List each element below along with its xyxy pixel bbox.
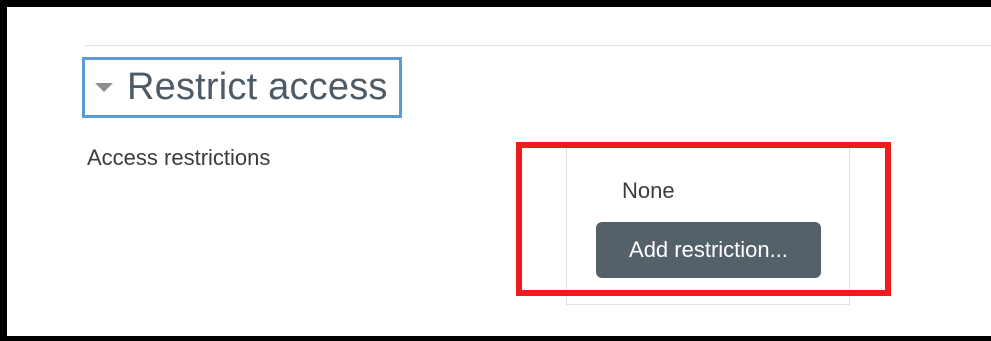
section-title: Restrict access <box>127 66 388 108</box>
access-restrictions-label: Access restrictions <box>87 145 271 170</box>
restrict-access-section-toggle[interactable]: Restrict access <box>82 57 402 118</box>
highlight-annotation-box <box>516 142 891 296</box>
caret-down-icon <box>95 83 113 92</box>
section-divider <box>85 45 991 46</box>
